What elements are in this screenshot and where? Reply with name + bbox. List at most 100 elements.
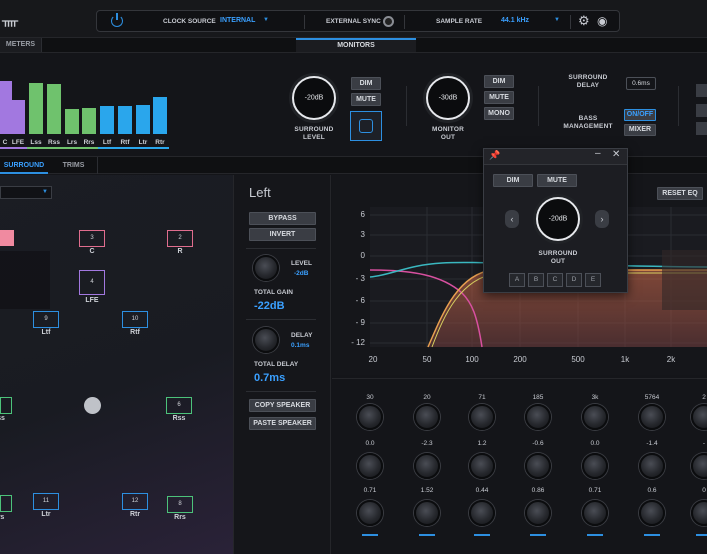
eq-band-freq-value: 185 [532, 394, 544, 401]
tab-trims[interactable]: TRIMS [50, 157, 98, 174]
side-button[interactable] [696, 104, 707, 117]
speaker-3[interactable]: 3 [79, 230, 105, 247]
eq-band-freq-knob[interactable] [639, 404, 665, 430]
speaker-10[interactable]: 10 [122, 311, 148, 328]
eq-band-gain-knob[interactable] [582, 453, 608, 479]
eq-band-shape-icon[interactable] [696, 526, 707, 536]
bypass-button[interactable]: BYPASS [249, 212, 316, 225]
eq-band-shape-icon[interactable] [474, 526, 490, 536]
dim-button[interactable]: DIM [484, 75, 514, 88]
speaker-4[interactable]: 4 [79, 270, 105, 295]
eq-band-freq-knob[interactable] [357, 404, 383, 430]
dim-button[interactable]: DIM [351, 77, 381, 90]
speaker-11[interactable]: 11 [33, 493, 59, 510]
eq-band-q-knob[interactable] [469, 500, 495, 526]
speaker-12[interactable]: 12 [122, 493, 148, 510]
mute-button[interactable]: MUTE [484, 91, 514, 104]
copy-speaker-button[interactable]: COPY SPEAKER [249, 399, 316, 412]
eq-band-freq-value: 5764 [644, 394, 660, 401]
speaker-config-button[interactable] [350, 111, 382, 141]
eq-band-q-knob[interactable] [691, 500, 707, 526]
eq-band-gain-knob[interactable] [357, 453, 383, 479]
top-bar: ᚄ CLOCK SOURCE INTERNAL ▼ EXTERNAL SYNC … [0, 0, 707, 38]
eq-band-shape-icon[interactable] [362, 526, 378, 536]
eq-band-shape-icon[interactable] [419, 526, 435, 536]
eq-band-freq-knob[interactable] [582, 404, 608, 430]
preset-slot-c[interactable]: C [547, 273, 563, 287]
eye-icon[interactable]: ◉ [597, 14, 607, 28]
eq-band-gain-knob[interactable] [525, 453, 551, 479]
eq-band-freq-knob[interactable] [469, 404, 495, 430]
meter-label-rss: Rss [45, 139, 63, 149]
preset-slot-e[interactable]: E [585, 273, 601, 287]
layout-select[interactable]: ▼ [0, 186, 52, 199]
eq-band-gain-knob[interactable] [414, 453, 440, 479]
clock-source-select[interactable]: INTERNAL [220, 17, 255, 24]
eq-band-q-knob[interactable] [525, 500, 551, 526]
sample-rate-select[interactable]: 44.1 kHz [501, 17, 529, 24]
speaker-ss[interactable] [0, 397, 12, 414]
eq-x-tick: 200 [513, 355, 527, 364]
chevron-down-icon[interactable]: ▼ [554, 17, 560, 23]
popup-dim-button[interactable]: DIM [493, 174, 533, 187]
eq-band-freq-knob[interactable] [525, 404, 551, 430]
speaker-l-selected[interactable] [0, 230, 14, 246]
surround-level-knob[interactable]: -20dB [292, 76, 336, 120]
surround-delay-field[interactable]: 0.6ms [626, 77, 656, 90]
speaker-11-label: Ltr [41, 511, 51, 518]
eq-band-gain-knob[interactable] [469, 453, 495, 479]
surround-out-knob[interactable]: -20dB [536, 197, 580, 241]
delay-knob[interactable] [253, 327, 279, 353]
minimize-icon[interactable]: – [595, 148, 601, 159]
eq-band-q-knob[interactable] [414, 500, 440, 526]
eq-band-q-knob[interactable] [582, 500, 608, 526]
channel-panel: Left BYPASS INVERT LEVEL -2dB TOTAL GAIN… [233, 175, 331, 554]
level-value: -2dB [294, 270, 309, 277]
eq-x-tick: 50 [422, 355, 432, 364]
chevron-right-icon[interactable]: › [595, 210, 609, 228]
speaker-6[interactable]: 6 [166, 397, 192, 414]
chevron-down-icon[interactable]: ▼ [263, 17, 269, 23]
preset-slot-b[interactable]: B [528, 273, 544, 287]
total-delay-label: TOTAL DELAY [254, 361, 299, 368]
preset-slot-a[interactable]: A [509, 273, 525, 287]
invert-button[interactable]: INVERT [249, 228, 316, 241]
bass-management-toggle[interactable]: ON/OFF [624, 109, 656, 121]
paste-speaker-button[interactable]: PASTE SPEAKER [249, 417, 316, 430]
mute-button[interactable]: MUTE [351, 93, 381, 106]
speaker-8[interactable]: 8 [167, 496, 193, 513]
tab-meters[interactable]: METERS [0, 38, 42, 52]
speaker-10-label: Rtf [130, 329, 140, 336]
mixer-button[interactable]: MIXER [624, 124, 656, 136]
eq-band-shape-icon[interactable] [644, 526, 660, 536]
level-knob[interactable] [253, 255, 279, 281]
monitor-out-knob[interactable]: -30dB [426, 76, 470, 120]
side-button[interactable] [696, 122, 707, 135]
tab-surround[interactable]: SURROUND [0, 157, 48, 174]
listener-position[interactable] [84, 397, 101, 414]
pin-icon[interactable]: 📌 [489, 150, 500, 161]
tab-monitors[interactable]: MONITORS [296, 38, 416, 52]
chevron-left-icon[interactable]: ‹ [505, 210, 519, 228]
close-icon[interactable]: ✕ [612, 149, 620, 160]
eq-band-gain-knob[interactable] [639, 453, 665, 479]
popup-mute-button[interactable]: MUTE [537, 174, 577, 187]
eq-band-freq-knob[interactable] [414, 404, 440, 430]
eq-band-freq-knob[interactable] [691, 404, 707, 430]
gear-icon[interactable]: ⚙ [578, 13, 590, 29]
eq-band-q-knob[interactable] [357, 500, 383, 526]
external-sync-toggle[interactable] [383, 16, 394, 27]
mono-button[interactable]: MONO [484, 107, 514, 120]
speaker-rs[interactable] [0, 495, 12, 512]
reset-eq-button[interactable]: RESET EQ [657, 187, 703, 200]
speaker-2[interactable]: 2 [167, 230, 193, 247]
speaker-9[interactable]: 9 [33, 311, 59, 328]
eq-band-shape-icon[interactable] [587, 526, 603, 536]
side-button[interactable] [696, 84, 707, 97]
eq-band-gain-knob[interactable] [691, 453, 707, 479]
eq-band-shape-icon[interactable] [530, 526, 546, 536]
eq-band-q-knob[interactable] [639, 500, 665, 526]
preset-slot-d[interactable]: D [566, 273, 582, 287]
delay-value: 0.1ms [291, 342, 310, 349]
eq-band-freq-value: 71 [478, 394, 486, 401]
